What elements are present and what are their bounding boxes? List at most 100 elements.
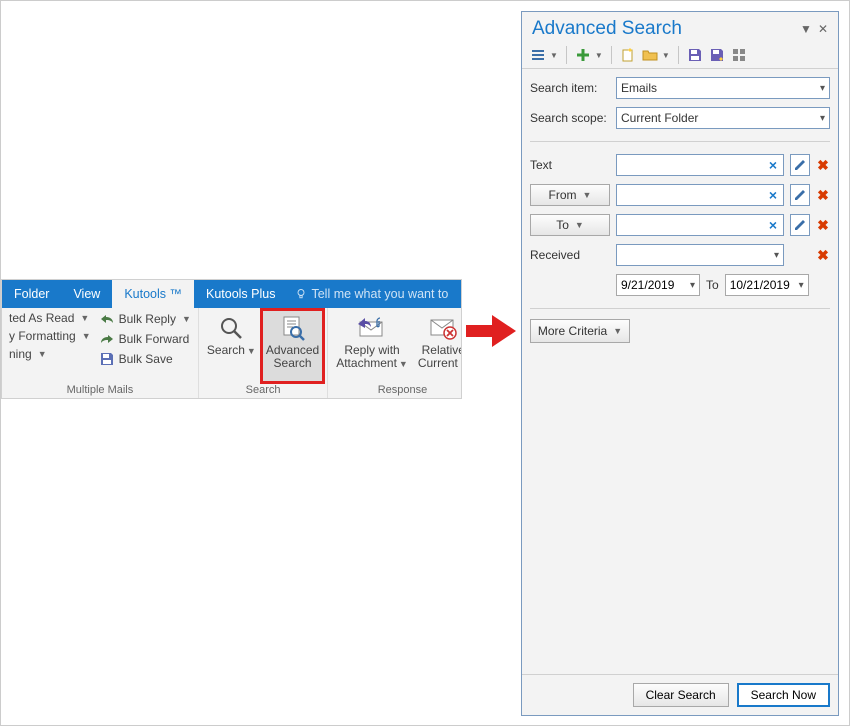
search-scope-value: Current Folder	[621, 111, 698, 125]
text-input[interactable]: ×	[616, 154, 784, 176]
advanced-search-label-2: Search	[274, 356, 312, 370]
panel-footer: Clear Search Search Now	[522, 674, 838, 715]
date-to-picker[interactable]: 10/21/2019 ▾	[725, 274, 809, 296]
to-field-button[interactable]: To ▼	[530, 214, 610, 236]
chevron-down-icon: ▾	[820, 83, 825, 94]
ning-label: ning	[9, 347, 32, 361]
chevron-down-icon: ▼	[613, 326, 622, 336]
relative-current-button[interactable]: RelativeCurrent▼	[414, 310, 461, 382]
mark-as-read-button[interactable]: ted As Read ▼	[6, 310, 94, 326]
clear-icon[interactable]: ×	[769, 157, 779, 173]
chevron-down-icon: ▾	[774, 250, 779, 261]
search-form: Search item: Emails ▾ Search scope: Curr…	[522, 69, 838, 313]
save-icon	[99, 351, 115, 367]
panel-close-icon[interactable]: ✕	[818, 22, 828, 36]
new-file-button[interactable]	[618, 46, 638, 64]
edit-button[interactable]	[790, 184, 810, 206]
remove-row-button[interactable]: ✖	[816, 157, 830, 174]
clear-search-button[interactable]: Clear Search	[633, 683, 729, 707]
relative-line2: Current	[418, 356, 458, 370]
ning-button[interactable]: ning ▼	[6, 346, 94, 362]
forward-icon	[99, 331, 115, 347]
reply-with-attachment-button[interactable]: Reply withAttachment▼	[332, 310, 412, 382]
group-search: Search▼ AdvancedSearch Search	[199, 308, 328, 398]
to-row: To ▼ × ✖	[530, 214, 830, 236]
mark-as-read-label: ted As Read	[9, 311, 74, 325]
bulk-reply-button[interactable]: Bulk Reply▼	[96, 310, 194, 328]
document-search-icon	[279, 314, 307, 342]
to-input[interactable]: ×	[616, 214, 784, 236]
clear-icon[interactable]: ×	[769, 187, 779, 203]
outlook-ribbon: Folder View Kutools ™ Kutools Plus Tell …	[1, 279, 462, 399]
list-menu-button[interactable]: ▼	[528, 46, 560, 64]
date-to-label: To	[706, 278, 719, 292]
panel-options-icon[interactable]: ▼	[800, 22, 812, 36]
bulk-forward-label: Bulk Forward	[119, 332, 190, 346]
panel-title: Advanced Search	[532, 18, 682, 40]
edit-button[interactable]	[790, 154, 810, 176]
group-label-search: Search	[203, 382, 323, 398]
folder-open-icon	[642, 47, 658, 63]
chevron-down-icon: ▼	[550, 51, 558, 60]
save-button[interactable]	[685, 46, 705, 64]
chevron-down-icon: ▾	[690, 280, 695, 291]
date-range-row: 9/21/2019 ▾ To 10/21/2019 ▾	[616, 274, 830, 296]
grid-view-button[interactable]	[729, 46, 749, 64]
tab-folder[interactable]: Folder	[2, 280, 61, 308]
search-item-combo[interactable]: Emails ▾	[616, 77, 830, 99]
received-combo[interactable]: ▾	[616, 244, 784, 266]
separator	[611, 46, 612, 64]
bulk-save-button[interactable]: Bulk Save	[96, 350, 194, 368]
save-new-icon	[709, 47, 725, 63]
grid-icon	[731, 47, 747, 63]
search-now-button[interactable]: Search Now	[737, 683, 830, 707]
from-input[interactable]: ×	[616, 184, 784, 206]
pencil-icon	[793, 218, 807, 232]
search-button[interactable]: Search▼	[203, 310, 260, 382]
save-new-button[interactable]	[707, 46, 727, 64]
remove-row-button[interactable]: ✖	[816, 247, 830, 264]
divider	[530, 141, 830, 142]
new-file-icon	[620, 47, 636, 63]
lightbulb-icon	[295, 288, 307, 300]
ribbon-tabs: Folder View Kutools ™ Kutools Plus Tell …	[2, 280, 461, 308]
open-folder-button[interactable]: ▼	[640, 46, 672, 64]
date-from-picker[interactable]: 9/21/2019 ▾	[616, 274, 700, 296]
tab-kutools-plus[interactable]: Kutools Plus	[194, 280, 287, 308]
arrow-right-icon	[466, 311, 516, 351]
reply-attachment-icon	[356, 314, 388, 342]
save-icon	[687, 47, 703, 63]
edit-button[interactable]	[790, 214, 810, 236]
from-field-button[interactable]: From ▼	[530, 184, 610, 206]
chevron-down-icon: ▼	[583, 190, 592, 200]
remove-row-button[interactable]: ✖	[816, 187, 830, 204]
more-criteria-label: More Criteria	[538, 324, 607, 338]
tab-view[interactable]: View	[61, 280, 112, 308]
advanced-search-panel: Advanced Search ▼ ✕ ▼ ▼ ▼	[521, 11, 839, 716]
search-icon	[217, 314, 245, 342]
add-menu-button[interactable]: ▼	[573, 46, 605, 64]
from-label: From	[549, 188, 577, 202]
formatting-label: y Formatting	[9, 329, 76, 343]
pencil-icon	[793, 158, 807, 172]
chevron-down-icon: ▼	[80, 313, 89, 323]
tell-me-search[interactable]: Tell me what you want to	[287, 287, 461, 301]
chevron-down-icon: ▾	[799, 280, 804, 291]
reply-icon	[99, 311, 115, 327]
panel-toolbar: ▼ ▼ ▼	[522, 42, 838, 69]
chevron-down-icon: ▼	[38, 349, 47, 359]
divider	[530, 308, 830, 309]
formatting-button[interactable]: y Formatting▼	[6, 328, 94, 344]
search-scope-combo[interactable]: Current Folder ▾	[616, 107, 830, 129]
remove-row-button[interactable]: ✖	[816, 217, 830, 234]
advanced-search-button[interactable]: AdvancedSearch	[262, 310, 323, 382]
search-scope-label: Search scope:	[530, 111, 610, 125]
bulk-forward-button[interactable]: Bulk Forward	[96, 330, 194, 348]
chevron-down-icon: ▼	[247, 346, 256, 356]
chevron-down-icon: ▼	[399, 359, 408, 369]
reply-line2: Attachment	[336, 356, 397, 370]
more-criteria-button[interactable]: More Criteria ▼	[530, 319, 630, 343]
group-label-response: Response	[332, 382, 461, 398]
clear-icon[interactable]: ×	[769, 217, 779, 233]
tab-kutools[interactable]: Kutools ™	[112, 280, 194, 308]
